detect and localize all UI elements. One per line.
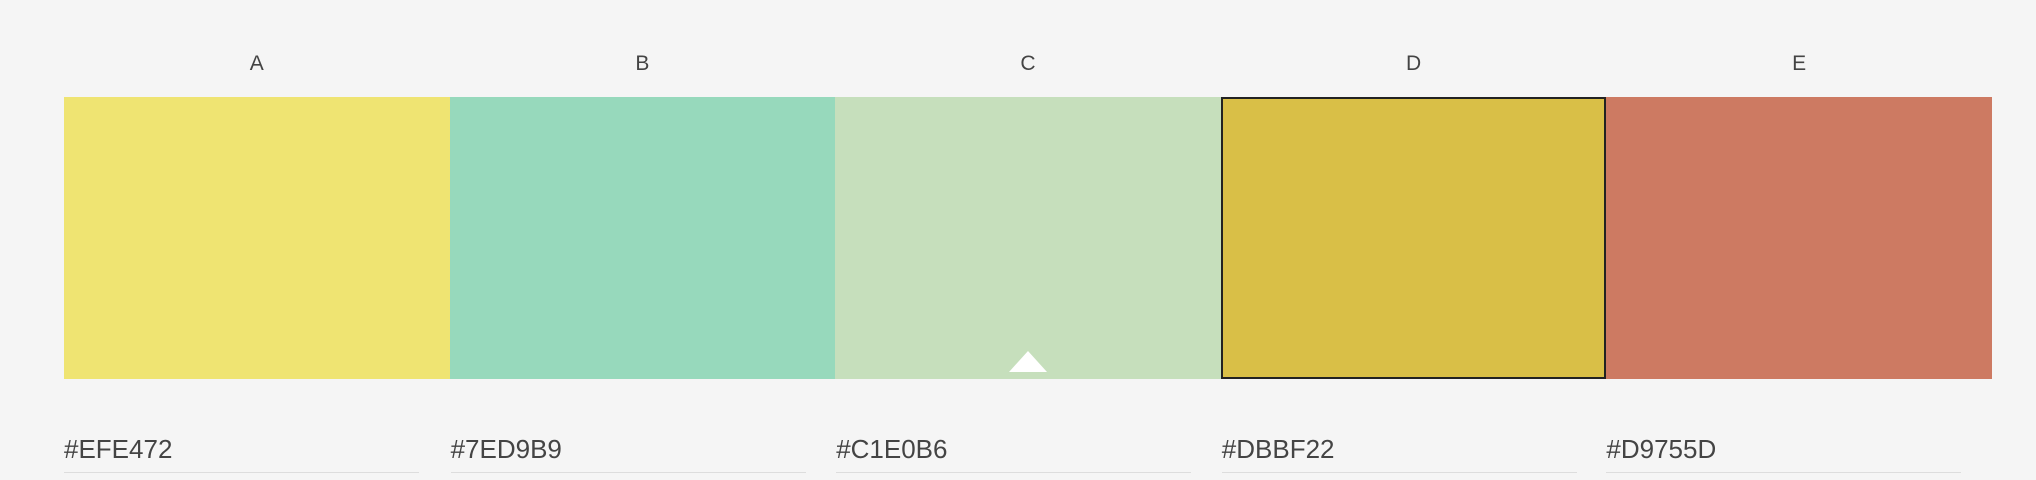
column-label-b: B [635,52,650,75]
color-swatch-a[interactable] [64,97,450,379]
column-label-c: C [1020,52,1036,75]
color-palette: A #EFE472 B #7ED9B9 C #C1E0B6 D #DBBF22 … [64,0,1992,480]
color-swatch-b[interactable] [449,97,836,379]
hex-value-a: #EFE472 [64,434,173,464]
hex-input-c[interactable]: #C1E0B6 [836,432,1192,473]
palette-column-b: B #7ED9B9 [449,0,836,480]
hex-input-a[interactable]: #EFE472 [64,432,419,473]
palette-column-d: D #DBBF22 [1220,0,1607,480]
hex-input-b[interactable]: #7ED9B9 [450,432,806,473]
column-label-d: D [1405,52,1422,75]
color-swatch-e[interactable] [1606,97,1992,379]
hex-input-d[interactable]: #DBBF22 [1221,432,1577,473]
hex-input-e[interactable]: #D9755D [1606,432,1962,473]
column-label-e: E [1792,52,1807,75]
base-color-triangle-icon[interactable] [1008,351,1047,372]
palette-column-e: E #D9755D [1606,0,1992,480]
hex-value-e: #D9755D [1606,434,1717,464]
palette-column-c: C #C1E0B6 [835,0,1221,480]
hex-value-b: #7ED9B9 [450,434,562,464]
hex-value-c: #C1E0B6 [836,434,948,464]
column-label-a: A [249,52,264,75]
hex-value-d: #DBBF22 [1221,434,1335,464]
color-swatch-d[interactable] [1220,97,1607,379]
palette-column-a: A #EFE472 [64,0,450,480]
color-swatch-c[interactable] [835,97,1221,379]
